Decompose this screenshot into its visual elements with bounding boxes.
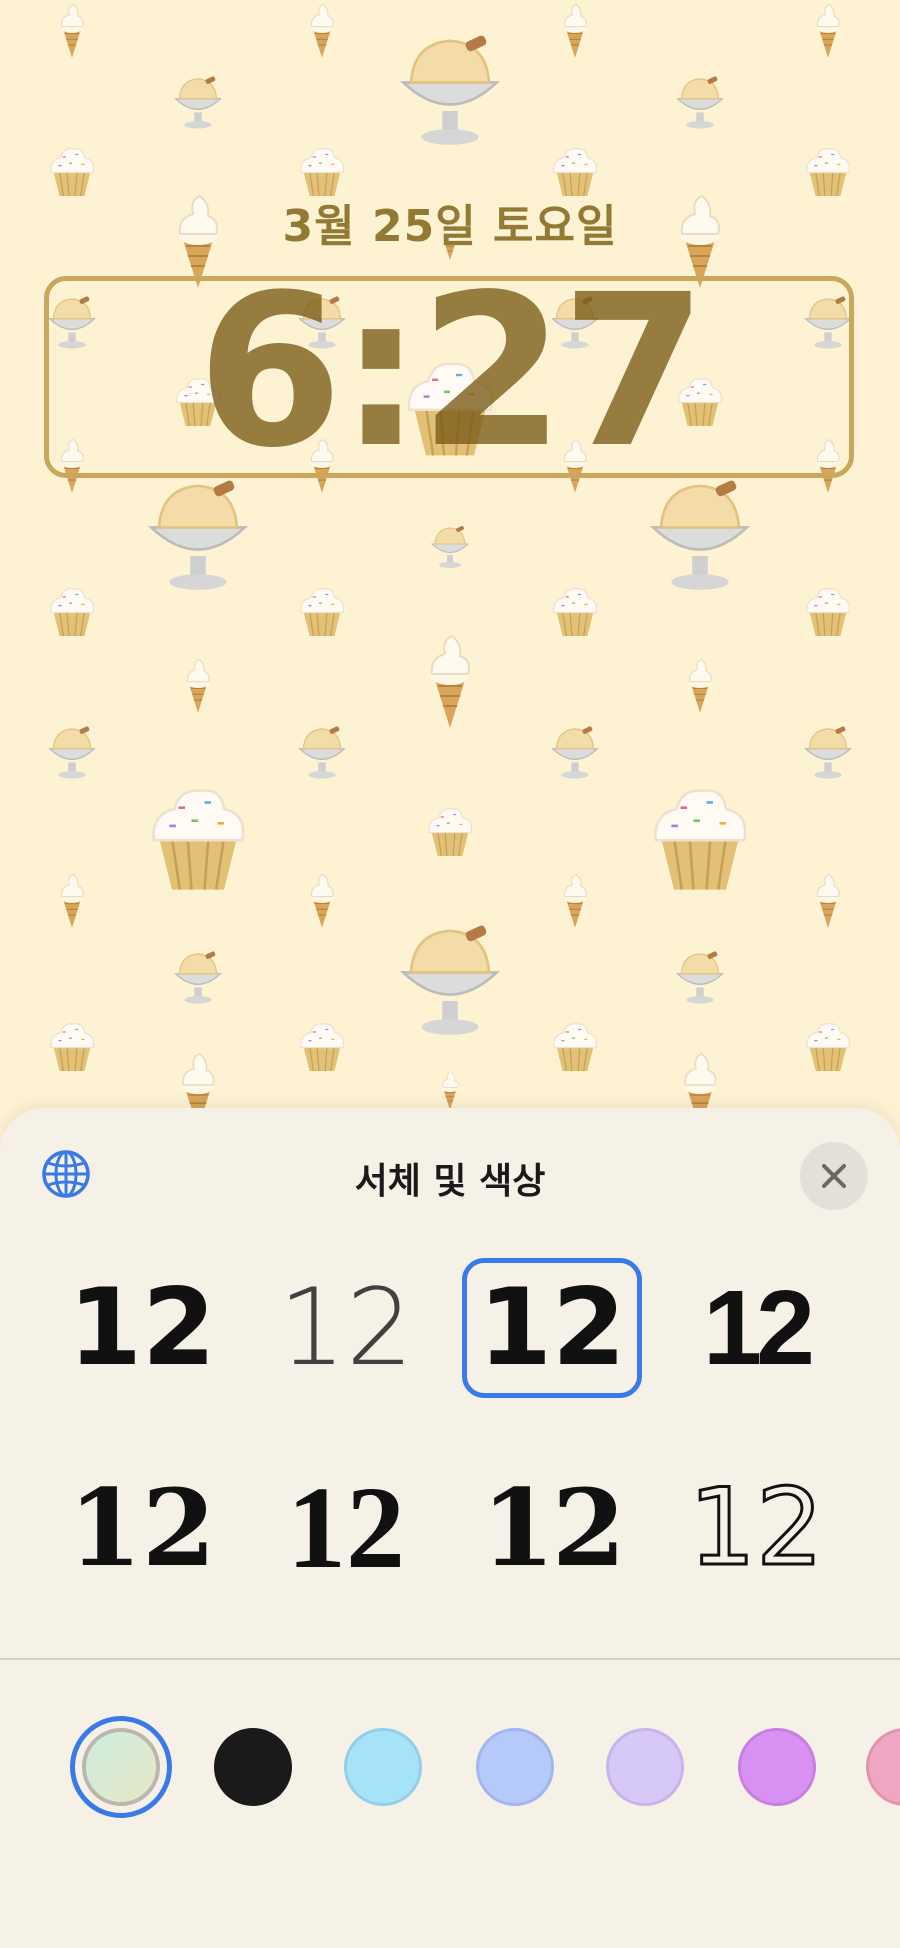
lockscreen-date: 3월 25일 토요일: [282, 201, 618, 252]
cone-icon: [816, 873, 840, 928]
cupcake-icon: [428, 808, 473, 857]
close-icon: [822, 1164, 846, 1188]
cone-icon: [563, 3, 587, 58]
cupcake-icon: [553, 1023, 598, 1072]
font-option-3-selected[interactable]: 12: [462, 1258, 642, 1398]
font-option-label: 12: [68, 1465, 216, 1590]
swatch-gradient[interactable]: [82, 1728, 160, 1806]
sundae-icon: [174, 951, 222, 1004]
font-option-label: 12: [287, 1462, 405, 1593]
cone-icon: [430, 634, 470, 728]
swatch-sky[interactable]: [344, 1728, 422, 1806]
font-option-1[interactable]: 12: [52, 1258, 232, 1398]
cupcake-icon: [806, 1023, 851, 1072]
sundae-icon: [676, 76, 724, 129]
cupcake-icon: [654, 789, 747, 890]
cone-icon: [60, 3, 84, 58]
swatch-periwinkle[interactable]: [476, 1728, 554, 1806]
cupcake-icon: [152, 789, 245, 890]
cupcake-icon: [806, 588, 851, 637]
cone-icon: [310, 3, 334, 58]
cone-icon: [441, 1071, 459, 1111]
sundae-icon: [48, 726, 96, 779]
lockscreen-time[interactable]: 6:27: [0, 262, 900, 482]
cupcake-icon: [553, 588, 598, 637]
swatch-pink[interactable]: [866, 1728, 900, 1806]
sundae-icon: [676, 951, 724, 1004]
sheet-divider: [0, 1658, 900, 1660]
swatch-black[interactable]: [214, 1728, 292, 1806]
cone-icon: [186, 658, 210, 713]
font-option-4[interactable]: 12: [666, 1258, 846, 1398]
font-option-label: 12: [278, 1266, 414, 1389]
sheet-title: 서체 및 색상: [354, 1161, 546, 1202]
font-option-label: 12: [478, 1266, 626, 1389]
font-option-label: 12: [687, 1466, 825, 1589]
cupcake-icon: [50, 588, 95, 637]
cupcake-icon: [300, 1023, 345, 1072]
sundae-icon: [399, 925, 501, 1035]
swatch-violet[interactable]: [738, 1728, 816, 1806]
font-option-label: 12: [68, 1266, 216, 1389]
font-color-sheet: 서체 및 색상 12 12 12 12 12 12 12 12: [0, 1108, 900, 1948]
cone-icon: [60, 873, 84, 928]
cone-icon: [816, 3, 840, 58]
cupcake-icon: [300, 588, 345, 637]
cupcake-icon: [50, 1023, 95, 1072]
swatch-lavender[interactable]: [606, 1728, 684, 1806]
sundae-icon: [399, 35, 501, 145]
sundae-icon: [804, 726, 852, 779]
sundae-icon: [430, 525, 470, 568]
font-option-5[interactable]: 12: [52, 1458, 232, 1598]
sundae-icon: [174, 76, 222, 129]
font-option-7[interactable]: 12: [462, 1458, 642, 1598]
sundae-icon: [551, 726, 599, 779]
font-option-8[interactable]: 12: [666, 1458, 846, 1598]
cone-icon: [688, 658, 712, 713]
font-option-6[interactable]: 12: [256, 1458, 436, 1598]
cone-icon: [310, 873, 334, 928]
font-option-label: 12: [703, 1269, 815, 1387]
font-option-2[interactable]: 12: [256, 1258, 436, 1398]
sundae-icon: [298, 726, 346, 779]
cone-icon: [563, 873, 587, 928]
close-button[interactable]: [800, 1142, 868, 1210]
font-option-label: 12: [481, 1465, 626, 1590]
